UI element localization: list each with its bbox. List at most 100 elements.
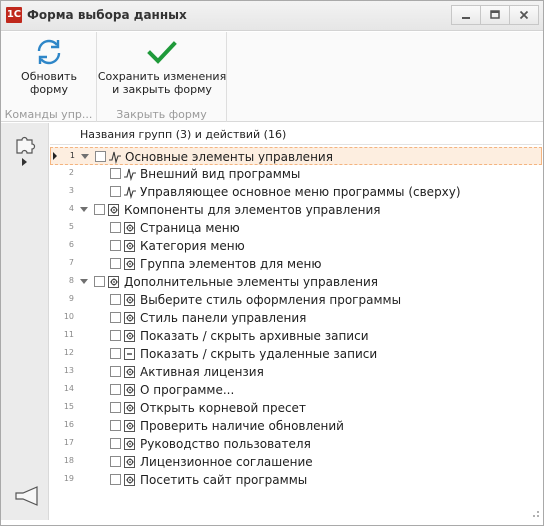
row-checkbox[interactable] [110,168,121,179]
refresh-form-button[interactable]: Обновить форму [5,34,93,102]
row-label: Активная лицензия [140,365,264,379]
row-number: 17 [63,438,74,447]
actions-tree: Названия групп (3) и действий (16) 1 Осно… [50,123,542,520]
tree-action-row[interactable]: 9 Выберите стиль оформления программы [50,291,542,309]
row-checkbox[interactable] [110,348,121,359]
row-label: Стиль панели управления [140,311,307,325]
row-label: Основные элементы управления [125,150,333,164]
row-checkbox[interactable] [94,276,105,287]
tree-action-row[interactable]: 18 Лицензионное соглашение [50,453,542,471]
row-number: 5 [68,222,74,231]
tree-group-row[interactable]: 1 Основные элементы управления [50,147,542,165]
tree-action-row[interactable]: 14 О программе... [50,381,542,399]
current-row-indicator-icon [53,152,57,160]
row-label: О программе... [140,383,235,397]
gear-doc-icon [123,257,137,271]
row-number: 10 [63,312,74,321]
row-checkbox[interactable] [95,151,106,162]
row-number: 15 [63,402,74,411]
close-icon [519,10,529,20]
row-number: 2 [68,168,74,177]
row-checkbox[interactable] [110,222,121,233]
save-and-close-button[interactable]: Сохранить изменения и закрыть форму [97,34,227,102]
row-label: Страница меню [140,221,240,235]
tree-action-row[interactable]: 12 Показать / скрыть удаленные записи [50,345,542,363]
row-checkbox[interactable] [110,384,121,395]
maximize-button[interactable] [480,5,510,25]
collapse-arrow-icon[interactable] [81,154,89,159]
tree-action-row[interactable]: 3 Управляющее основное меню программы (св… [50,183,542,201]
row-label: Группа элементов для меню [140,257,322,271]
row-label: Руководство пользователя [140,437,311,451]
gear-doc-icon [123,401,137,415]
tree-action-row[interactable]: 10 Стиль панели управления [50,309,542,327]
gear-doc-icon [123,329,137,343]
tree-action-row[interactable]: 11 Показать / скрыть архивные записи [50,327,542,345]
tree-action-row[interactable]: 15 Открыть корневой пресет [50,399,542,417]
row-checkbox[interactable] [110,402,121,413]
row-checkbox[interactable] [110,420,121,431]
row-checkbox[interactable] [110,258,121,269]
tree-action-row[interactable]: 19 Посетить сайт программы [50,471,542,489]
row-number: 7 [68,258,74,267]
tree-group-row[interactable]: 4 Компоненты для элементов управления [50,201,542,219]
row-checkbox[interactable] [94,204,105,215]
row-checkbox[interactable] [110,294,121,305]
collapse-arrow-icon[interactable] [80,207,88,212]
window-controls [451,5,539,25]
gear-doc-icon [123,293,137,307]
dash-doc-icon [123,347,137,361]
puzzle-button[interactable] [14,133,38,160]
row-number: 18 [63,456,74,465]
minimize-button[interactable] [451,5,481,25]
row-number: 8 [68,276,74,285]
row-label: Посетить сайт программы [140,473,308,487]
row-label: Показать / скрыть архивные записи [140,329,369,343]
row-number: 14 [63,384,74,393]
row-label: Проверить наличие обновлений [140,419,344,433]
tree-action-row[interactable]: 7 Группа элементов для меню [50,255,542,273]
save-and-close-label-2: и закрыть форму [112,83,212,96]
close-button[interactable] [509,5,539,25]
row-number: 16 [63,420,74,429]
collapse-arrow-icon[interactable] [80,279,88,284]
announcement-button[interactable] [14,485,40,510]
row-label: Категория меню [140,239,245,253]
tree-header: Названия групп (3) и действий (16) [50,123,542,145]
row-number: 1 [69,151,75,160]
row-checkbox[interactable] [110,474,121,485]
row-checkbox[interactable] [110,456,121,467]
row-number: 6 [68,240,74,249]
tree-action-row[interactable]: 16 Проверить наличие обновлений [50,417,542,435]
row-checkbox[interactable] [110,438,121,449]
title-bar[interactable]: 1C Форма выбора данных [1,1,543,31]
row-checkbox[interactable] [110,366,121,377]
save-and-close-label-1: Сохранить изменения [97,70,227,83]
row-number: 3 [68,186,74,195]
ribbon-group-close-form: Сохранить изменения и закрыть форму Закр… [97,32,227,122]
expand-arrow-icon[interactable] [22,158,27,166]
tree-action-row[interactable]: 13 Активная лицензия [50,363,542,381]
row-label: Компоненты для элементов управления [124,203,381,217]
signal-icon [108,150,122,165]
row-label: Открыть корневой пресет [140,401,306,415]
tree-action-row[interactable]: 17 Руководство пользователя [50,435,542,453]
row-checkbox[interactable] [110,240,121,251]
gear-doc-icon [123,365,137,379]
tree-action-row[interactable]: 2 Внешний вид программы [50,165,542,183]
row-checkbox[interactable] [110,330,121,341]
row-checkbox[interactable] [110,186,121,197]
tree-action-row[interactable]: 5 Страница меню [50,219,542,237]
signal-icon [123,167,137,182]
minimize-icon [462,17,470,19]
signal-icon [123,185,137,200]
tree-group-row[interactable]: 8 Дополнительные элементы управления [50,273,542,291]
gear-doc-icon [123,455,137,469]
resize-grip-icon[interactable] [530,508,540,518]
side-panel [1,123,49,520]
row-checkbox[interactable] [110,312,121,323]
gear-doc-icon [123,383,137,397]
row-number: 11 [63,330,74,339]
tree-action-row[interactable]: 6 Категория меню [50,237,542,255]
row-number: 13 [63,366,74,375]
